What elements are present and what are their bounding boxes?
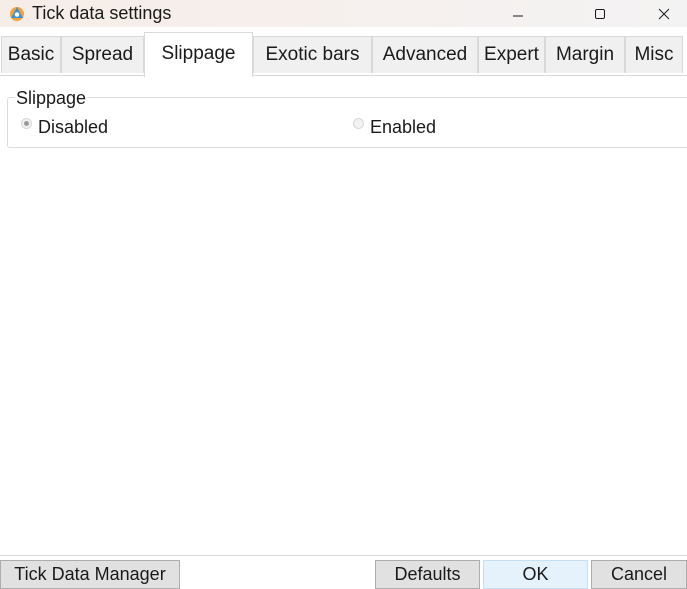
radio-disabled-circle[interactable] [21,117,32,129]
tab-advanced[interactable]: Advanced [372,36,478,73]
close-button[interactable] [641,0,687,27]
tab-exotic-bars[interactable]: Exotic bars [253,36,372,73]
radio-enabled[interactable]: Enabled [353,116,436,138]
minimize-icon [513,15,523,16]
close-icon [658,8,670,19]
tab-strip: Basic Spread Slippage Exotic bars Advanc… [0,32,687,77]
ok-button[interactable]: OK [483,560,588,589]
tick-data-manager-button[interactable]: Tick Data Manager [0,560,180,589]
title-bar: Tick data settings [0,0,687,27]
minimize-button[interactable] [495,0,541,27]
maximize-button[interactable] [577,0,623,27]
radio-disabled[interactable]: Disabled [21,116,108,138]
slippage-groupbox [7,97,687,148]
radio-disabled-label: Disabled [38,117,109,137]
radio-enabled-circle[interactable] [353,117,364,129]
app-logo-icon [10,7,24,21]
maximize-icon [595,8,605,19]
tab-misc[interactable]: Misc [625,36,683,73]
tab-expert[interactable]: Expert [478,36,545,73]
tab-divider [0,75,687,76]
tab-slippage[interactable]: Slippage [144,32,253,77]
cancel-button[interactable]: Cancel [591,560,687,589]
tab-spread[interactable]: Spread [61,36,144,73]
bottom-separator [0,555,687,556]
defaults-button[interactable]: Defaults [375,560,480,589]
tab-margin[interactable]: Margin [545,36,625,73]
tab-basic[interactable]: Basic [1,36,61,73]
radio-enabled-label: Enabled [370,117,437,137]
slippage-group-legend: Slippage [15,87,88,109]
window-title: Tick data settings [32,3,172,23]
